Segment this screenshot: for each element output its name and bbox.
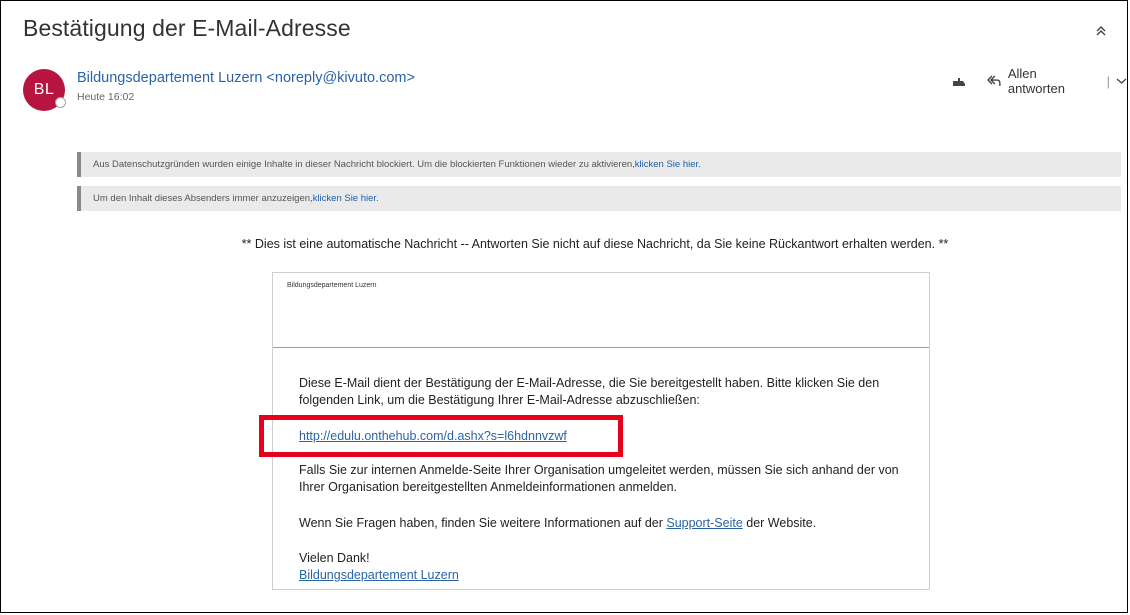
- email-reading-pane: Bestätigung der E-Mail-Adresse BL Bildun…: [0, 0, 1128, 613]
- header-divider: [273, 347, 929, 348]
- login-info-paragraph: Falls Sie zur internen Anmelde-Seite Ihr…: [299, 463, 899, 494]
- presence-status-icon: [55, 97, 66, 108]
- intro-paragraph: Diese E-Mail dient der Bestätigung der E…: [299, 376, 880, 407]
- hand-pointer-icon: [953, 78, 965, 86]
- support-text-before: Wenn Sie Fragen haben, finden Sie weiter…: [299, 516, 667, 530]
- signature-link[interactable]: Bildungsdepartement Luzern: [299, 568, 459, 582]
- notice-text: Aus Datenschutzgründen wurden einige Inh…: [93, 159, 635, 170]
- double-chevron-up-icon: [1096, 26, 1106, 36]
- email-date: Heute 16:02: [77, 91, 135, 103]
- collapse-button[interactable]: [1089, 19, 1113, 43]
- reply-all-icon: [987, 75, 1001, 86]
- blocked-content-notice: Aus Datenschutzgründen wurden einige Inh…: [77, 152, 1121, 177]
- chevron-down-icon: [1116, 78, 1127, 84]
- notice-text: Um den Inhalt dieses Absenders immer anz…: [93, 193, 313, 204]
- sender-name-link[interactable]: Bildungsdepartement Luzern <noreply@kivu…: [77, 70, 415, 86]
- confirmation-link-paragraph: http://edulu.onthehub.com/d.ashx?s=l6hdn…: [299, 428, 567, 445]
- reply-options-dropdown[interactable]: [1116, 77, 1127, 85]
- always-show-content-link[interactable]: klicken Sie hier.: [313, 193, 379, 204]
- support-page-link[interactable]: Support-Seite: [666, 516, 742, 530]
- avatar-initials: BL: [33, 81, 55, 98]
- email-content-card: Bildungsdepartement Luzern Diese E-Mail …: [272, 272, 930, 590]
- confirmation-link[interactable]: http://edulu.onthehub.com/d.ashx?s=l6hdn…: [299, 429, 567, 443]
- always-show-sender-notice: Um den Inhalt dieses Absenders immer anz…: [77, 186, 1121, 211]
- reply-all-button[interactable]: Allen antworten |: [986, 66, 1127, 96]
- signature-paragraph: Bildungsdepartement Luzern: [299, 567, 459, 584]
- reply-separator: |: [1106, 73, 1110, 89]
- support-text-after: der Website.: [742, 516, 817, 530]
- enable-content-link[interactable]: klicken Sie hier.: [635, 159, 701, 170]
- like-button[interactable]: [948, 70, 970, 92]
- reply-all-label: Allen antworten: [1007, 66, 1065, 96]
- support-paragraph: Wenn Sie Fragen haben, finden Sie weiter…: [299, 515, 816, 532]
- thanks-text: Vielen Dank!: [299, 551, 370, 565]
- organization-header: Bildungsdepartement Luzern: [287, 282, 377, 289]
- automatic-message-note: ** Dies ist eine automatische Nachricht …: [241, 237, 949, 251]
- email-subject: Bestätigung der E-Mail-Adresse: [23, 15, 351, 41]
